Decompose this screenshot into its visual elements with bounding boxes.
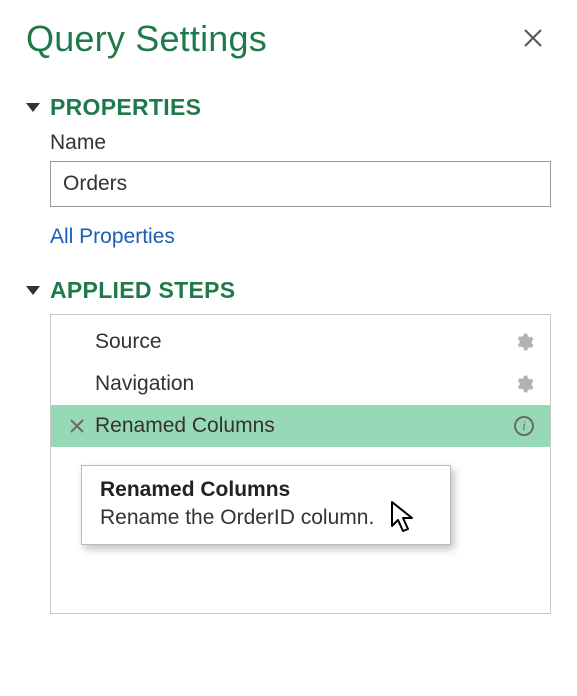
collapse-triangle-icon bbox=[26, 286, 40, 295]
query-settings-panel: Query Settings PROPERTIES Name All Prope… bbox=[0, 0, 577, 614]
delete-step-icon[interactable] bbox=[65, 419, 89, 433]
panel-title: Query Settings bbox=[26, 18, 267, 60]
properties-section: PROPERTIES Name All Properties bbox=[26, 94, 551, 249]
panel-header: Query Settings bbox=[26, 18, 551, 60]
gear-icon[interactable] bbox=[514, 374, 540, 394]
applied-steps-section-header[interactable]: APPLIED STEPS bbox=[26, 277, 551, 304]
close-icon bbox=[523, 28, 543, 48]
tooltip-title: Renamed Columns bbox=[100, 478, 432, 502]
step-row-renamed-columns[interactable]: Renamed Columns i bbox=[51, 405, 550, 447]
gear-icon[interactable] bbox=[514, 332, 540, 352]
name-input[interactable] bbox=[50, 161, 551, 207]
tooltip-description: Rename the OrderID column. bbox=[100, 506, 432, 530]
applied-steps-section: APPLIED STEPS Source Navigation bbox=[26, 277, 551, 614]
step-label: Navigation bbox=[89, 372, 514, 396]
step-tooltip: Renamed Columns Rename the OrderID colum… bbox=[81, 465, 451, 545]
close-button[interactable] bbox=[515, 19, 551, 59]
step-row-navigation[interactable]: Navigation bbox=[51, 363, 550, 405]
applied-steps-list: Source Navigation Ren bbox=[50, 314, 551, 614]
info-icon[interactable]: i bbox=[514, 416, 534, 436]
properties-section-header[interactable]: PROPERTIES bbox=[26, 94, 551, 121]
collapse-triangle-icon bbox=[26, 103, 40, 112]
properties-section-title: PROPERTIES bbox=[50, 94, 201, 121]
properties-body: Name All Properties bbox=[26, 131, 551, 249]
step-label: Source bbox=[89, 330, 514, 354]
all-properties-link[interactable]: All Properties bbox=[50, 225, 175, 249]
step-label: Renamed Columns bbox=[89, 414, 514, 438]
step-row-source[interactable]: Source bbox=[51, 321, 550, 363]
name-label: Name bbox=[50, 131, 551, 155]
applied-steps-section-title: APPLIED STEPS bbox=[50, 277, 235, 304]
